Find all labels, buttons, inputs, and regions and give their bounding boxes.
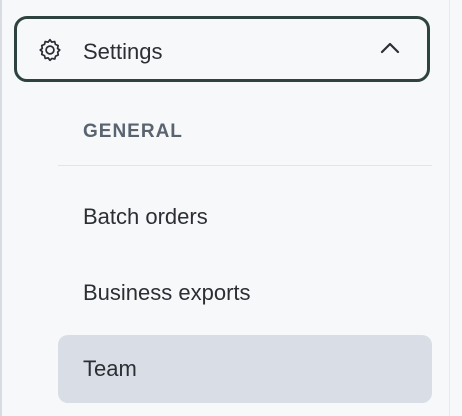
sidebar-right-border <box>449 0 450 416</box>
section-divider <box>58 165 432 166</box>
nav-item-business-exports[interactable]: Business exports <box>58 259 432 327</box>
sidebar-left-border <box>0 0 2 416</box>
chevron-up-icon <box>380 42 400 54</box>
settings-label: Settings <box>83 39 163 64</box>
nav-item-label: Batch orders <box>83 204 208 229</box>
nav-item-label: Business exports <box>83 280 251 305</box>
nav-item-label: Team <box>83 356 137 381</box>
settings-dropdown-button[interactable]: Settings <box>14 16 430 82</box>
gear-icon <box>39 38 61 62</box>
nav-item-batch-orders[interactable]: Batch orders <box>58 183 432 251</box>
section-heading-general: GENERAL <box>83 121 183 142</box>
nav-item-team[interactable]: Team <box>58 335 432 403</box>
